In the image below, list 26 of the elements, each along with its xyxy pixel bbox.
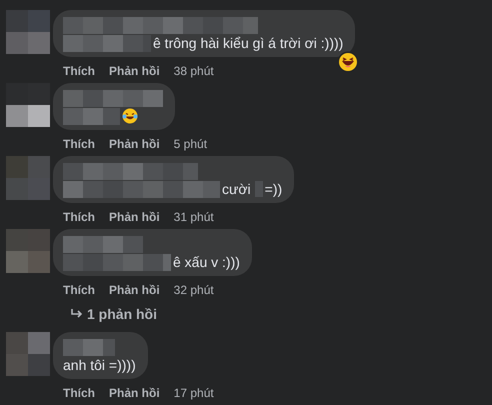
comment-text: cười	[222, 180, 251, 198]
laughing-reaction-icon[interactable]	[337, 51, 360, 73]
reply-link[interactable]: Phản hồi	[109, 137, 160, 151]
pixelated-text-drawing	[63, 108, 120, 124]
avatar-drawing[interactable]	[6, 83, 50, 127]
like-link[interactable]: Thích	[63, 210, 95, 224]
like-link[interactable]: Thích	[63, 64, 95, 78]
pixelated-name-drawing	[63, 338, 115, 356]
comment-time: 17 phút	[174, 386, 214, 400]
view-replies-link[interactable]: 1 phản hồi	[6, 298, 492, 328]
comment-text: anh tôi =))))	[63, 356, 136, 374]
reply-arrow-icon	[70, 308, 83, 320]
comment-text: =))	[264, 180, 282, 198]
comment-text: ê trông hài kiểu gì á trời ơi :))))	[153, 34, 344, 52]
comment-time: 32 phút	[174, 283, 214, 297]
comment-text: ê xấu v :)))	[173, 253, 240, 271]
like-link[interactable]: Thích	[63, 137, 95, 151]
like-link[interactable]: Thích	[63, 283, 95, 297]
comment-time: 5 phút	[174, 137, 208, 151]
reply-link[interactable]: Phản hồi	[109, 283, 160, 297]
reply-link[interactable]: Phản hồi	[109, 64, 160, 78]
like-link[interactable]: Thích	[63, 386, 95, 400]
comment-time: 31 phút	[174, 210, 214, 224]
reply-link[interactable]: Phản hồi	[109, 210, 160, 224]
reply-link[interactable]: Phản hồi	[109, 386, 160, 400]
comment-time: 38 phút	[174, 64, 214, 78]
